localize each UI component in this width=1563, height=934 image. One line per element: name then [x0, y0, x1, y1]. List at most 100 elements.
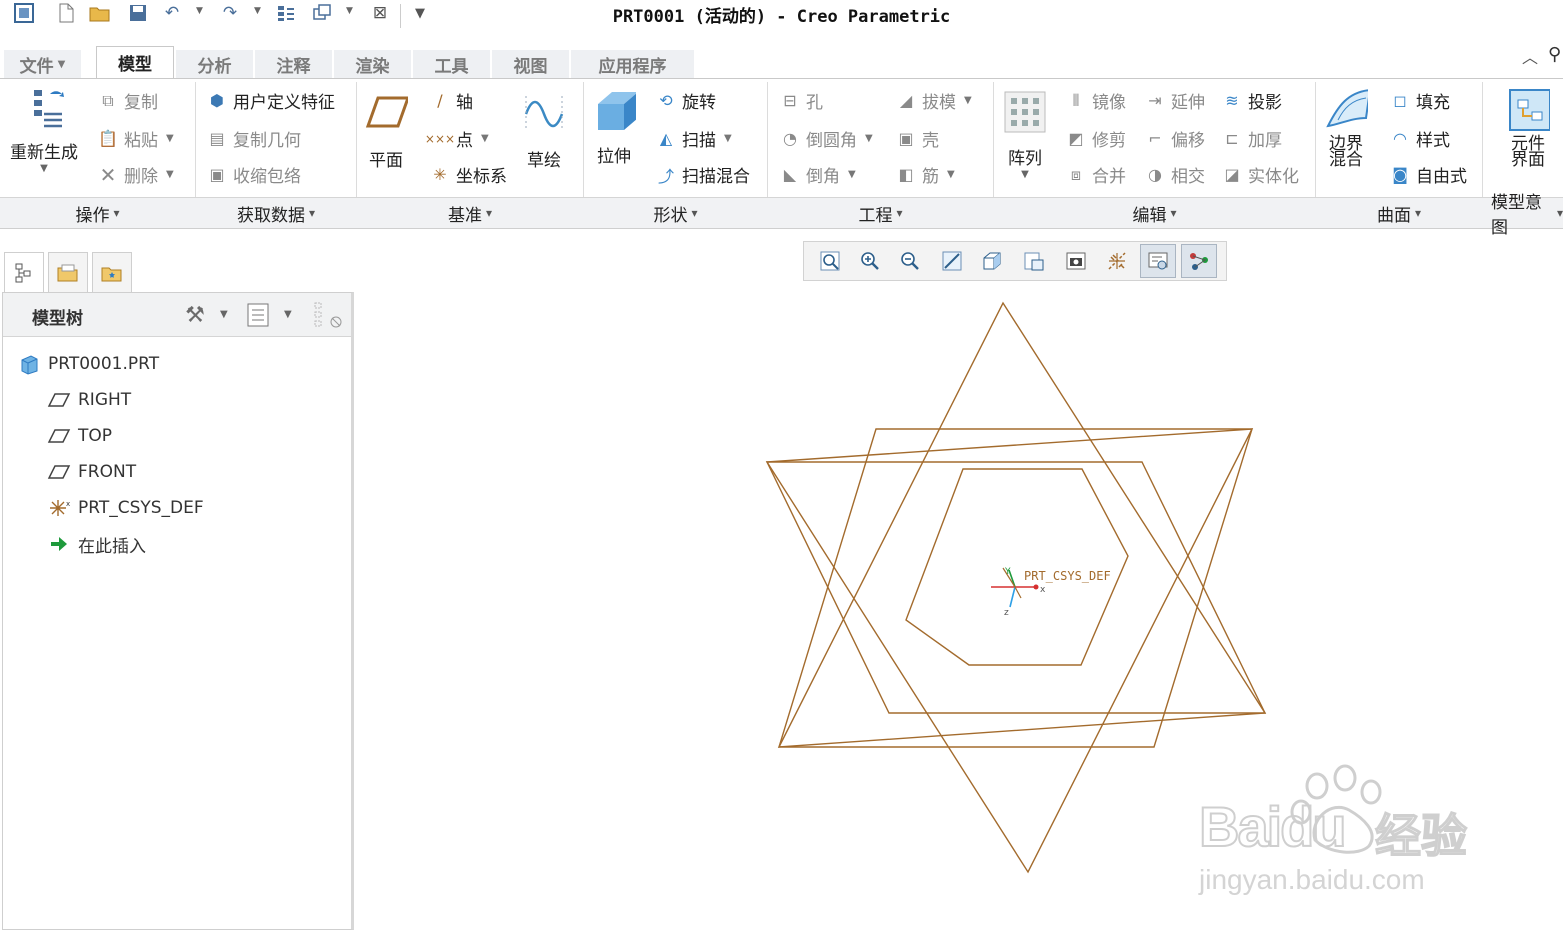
axis-button[interactable]: / 轴: [428, 88, 473, 113]
tree-item-right[interactable]: RIGHT: [46, 385, 131, 415]
regenerate-icon: [22, 86, 66, 134]
offset-button[interactable]: ⌐ 偏移: [1143, 126, 1205, 151]
tab-render[interactable]: 渲染: [334, 50, 412, 78]
chevron-down-icon: ▼: [40, 163, 48, 174]
baidu-watermark: Baidu 经验 jingyan.baidu.com: [1195, 760, 1495, 910]
tab-annotate[interactable]: 注释: [255, 50, 333, 78]
freestyle-button[interactable]: ◙ 自由式: [1388, 162, 1467, 187]
point-button[interactable]: ××× 点 ▼: [425, 126, 489, 151]
udf-button[interactable]: ⬢ 用户定义特征: [205, 88, 335, 113]
tab-applications[interactable]: 应用程序: [571, 50, 695, 78]
shrinkwrap-button[interactable]: ▣ 收缩包络: [205, 162, 301, 187]
csys-label: PRT_CSYS_DEF: [1024, 569, 1111, 583]
minimize-ribbon-icon[interactable]: ︿: [1522, 44, 1538, 68]
plane-button[interactable]: 平面: [364, 88, 408, 171]
group-model-intent[interactable]: 模型意图: [1483, 193, 1563, 238]
axis-icon: /: [437, 91, 443, 110]
sweep-icon: ◭: [659, 129, 673, 148]
swept-blend-button[interactable]: ⤴ 扫描混合: [654, 162, 750, 188]
group-shapes[interactable]: 形状: [584, 200, 767, 226]
tree-item-csys[interactable]: x PRT_CSYS_DEF: [46, 493, 204, 523]
tab-folder-browser[interactable]: [48, 252, 88, 292]
thicken-button[interactable]: ⊏ 加厚: [1220, 126, 1282, 151]
sweep-button[interactable]: ◭ 扫描 ▼: [654, 126, 732, 151]
regenerate-button[interactable]: 重新生成 ▼: [10, 86, 78, 174]
tab-favorites[interactable]: [92, 252, 132, 292]
chevron-down-icon[interactable]: ▼: [220, 309, 228, 320]
favorites-folder-icon: [101, 267, 122, 281]
csys-z-axis: [1009, 586, 1016, 608]
group-surfaces[interactable]: 曲面: [1316, 200, 1482, 226]
chevron-down-icon: ▼: [1021, 169, 1029, 180]
settings-tools-icon[interactable]: ⚒: [180, 300, 210, 330]
chevron-down-icon: ▼: [947, 169, 955, 180]
component-interface-icon: [1506, 86, 1550, 134]
copy-geometry-button[interactable]: ▤ 复制几何: [205, 126, 301, 151]
tree-item-front[interactable]: FRONT: [46, 457, 136, 487]
group-engineering[interactable]: 工程: [768, 200, 993, 226]
group-datum[interactable]: 基准: [357, 200, 583, 226]
show-list-icon[interactable]: [246, 302, 272, 330]
paste-button[interactable]: 📋 粘贴 ▼: [96, 126, 174, 151]
draft-button[interactable]: ◢ 拔模 ▼: [894, 88, 972, 113]
group-editing[interactable]: 编辑: [994, 200, 1315, 226]
sketch-hexagon[interactable]: [905, 468, 1129, 666]
solidify-button[interactable]: ◪ 实体化: [1220, 162, 1299, 187]
tree-item-part[interactable]: PRT0001.PRT: [16, 349, 159, 379]
sketch-button[interactable]: 草绘: [522, 88, 566, 171]
style-button[interactable]: ◠ 样式: [1388, 126, 1450, 151]
hole-button[interactable]: ⊟ 孔: [778, 88, 823, 113]
revolve-button[interactable]: ⟲ 旋转: [654, 88, 716, 113]
group-operations[interactable]: 操作: [0, 200, 195, 226]
solidify-icon: ◪: [1224, 165, 1240, 184]
group-get-data[interactable]: 获取数据: [196, 200, 356, 226]
mirror-button[interactable]: ⫴ 镜像: [1064, 88, 1126, 114]
tab-analysis[interactable]: 分析: [176, 50, 254, 78]
datum-plane-icon: [46, 463, 72, 481]
chevron-down-icon: ▼: [166, 133, 174, 144]
shell-button[interactable]: ▣ 壳: [894, 126, 939, 151]
extend-button[interactable]: ⇥ 延伸: [1143, 88, 1205, 113]
chamfer-button[interactable]: ◣ 倒角 ▼: [778, 162, 856, 187]
project-button[interactable]: ≋ 投影: [1220, 88, 1282, 113]
copy-button[interactable]: ⧉ 复制: [96, 88, 158, 114]
csys-button[interactable]: ✳ 坐标系: [428, 162, 507, 187]
sketch-triangle-up[interactable]: [777, 301, 1267, 748]
rib-icon: ◧: [898, 165, 914, 184]
merge-button[interactable]: ⧈ 合并: [1064, 162, 1126, 188]
coordinate-system-marker[interactable]: Y x z PRT_CSYS_DEF: [991, 567, 1111, 618]
tree-filter-icon[interactable]: [312, 300, 346, 332]
tree-item-top[interactable]: TOP: [46, 421, 112, 451]
swept-blend-icon: ⤴: [657, 166, 674, 186]
model-tree-icon: [15, 263, 31, 282]
trim-button[interactable]: ◩ 修剪: [1064, 126, 1126, 151]
tab-tools[interactable]: 工具: [413, 50, 491, 78]
round-button[interactable]: ◔ 倒圆角 ▼: [778, 126, 873, 151]
delete-button[interactable]: ✕ 删除 ▼: [96, 162, 174, 188]
tab-model[interactable]: 模型: [96, 46, 174, 79]
tab-model-tree[interactable]: [4, 252, 44, 292]
sketch-triangle-down[interactable]: [765, 428, 1254, 874]
trim-icon: ◩: [1068, 129, 1084, 148]
component-interface-button[interactable]: 元件 界面: [1506, 86, 1550, 169]
chevron-down-icon[interactable]: ▼: [284, 309, 292, 320]
thicken-icon: ⊏: [1225, 129, 1239, 148]
window-title: PRT0001 (活动的) - Creo Parametric: [612, 7, 951, 27]
boundary-blend-button[interactable]: 边界 混合: [1324, 86, 1368, 169]
pattern-button[interactable]: 阵列 ▼: [1003, 88, 1047, 180]
datum-plane-icon: [46, 391, 72, 409]
csys-icon: x: [46, 496, 72, 520]
extrude-button[interactable]: 拉伸: [592, 88, 636, 167]
fill-button[interactable]: ◻ 填充: [1388, 88, 1450, 113]
svg-text:z: z: [1004, 608, 1009, 618]
tree-item-insert-here[interactable]: 在此插入: [46, 529, 146, 559]
search-icon[interactable]: ⚲: [1548, 44, 1561, 65]
csys-icon: ✳: [433, 165, 447, 184]
tab-view[interactable]: 视图: [492, 50, 570, 78]
model-tree-title: 模型树: [32, 309, 83, 329]
rib-button[interactable]: ◧ 筋 ▼: [894, 162, 955, 187]
tab-file[interactable]: 文件 ▼: [4, 50, 82, 78]
chevron-down-icon: ▼: [481, 133, 489, 144]
intersect-button[interactable]: ◑ 相交: [1143, 162, 1205, 187]
delete-x-icon: ✕: [99, 162, 117, 187]
